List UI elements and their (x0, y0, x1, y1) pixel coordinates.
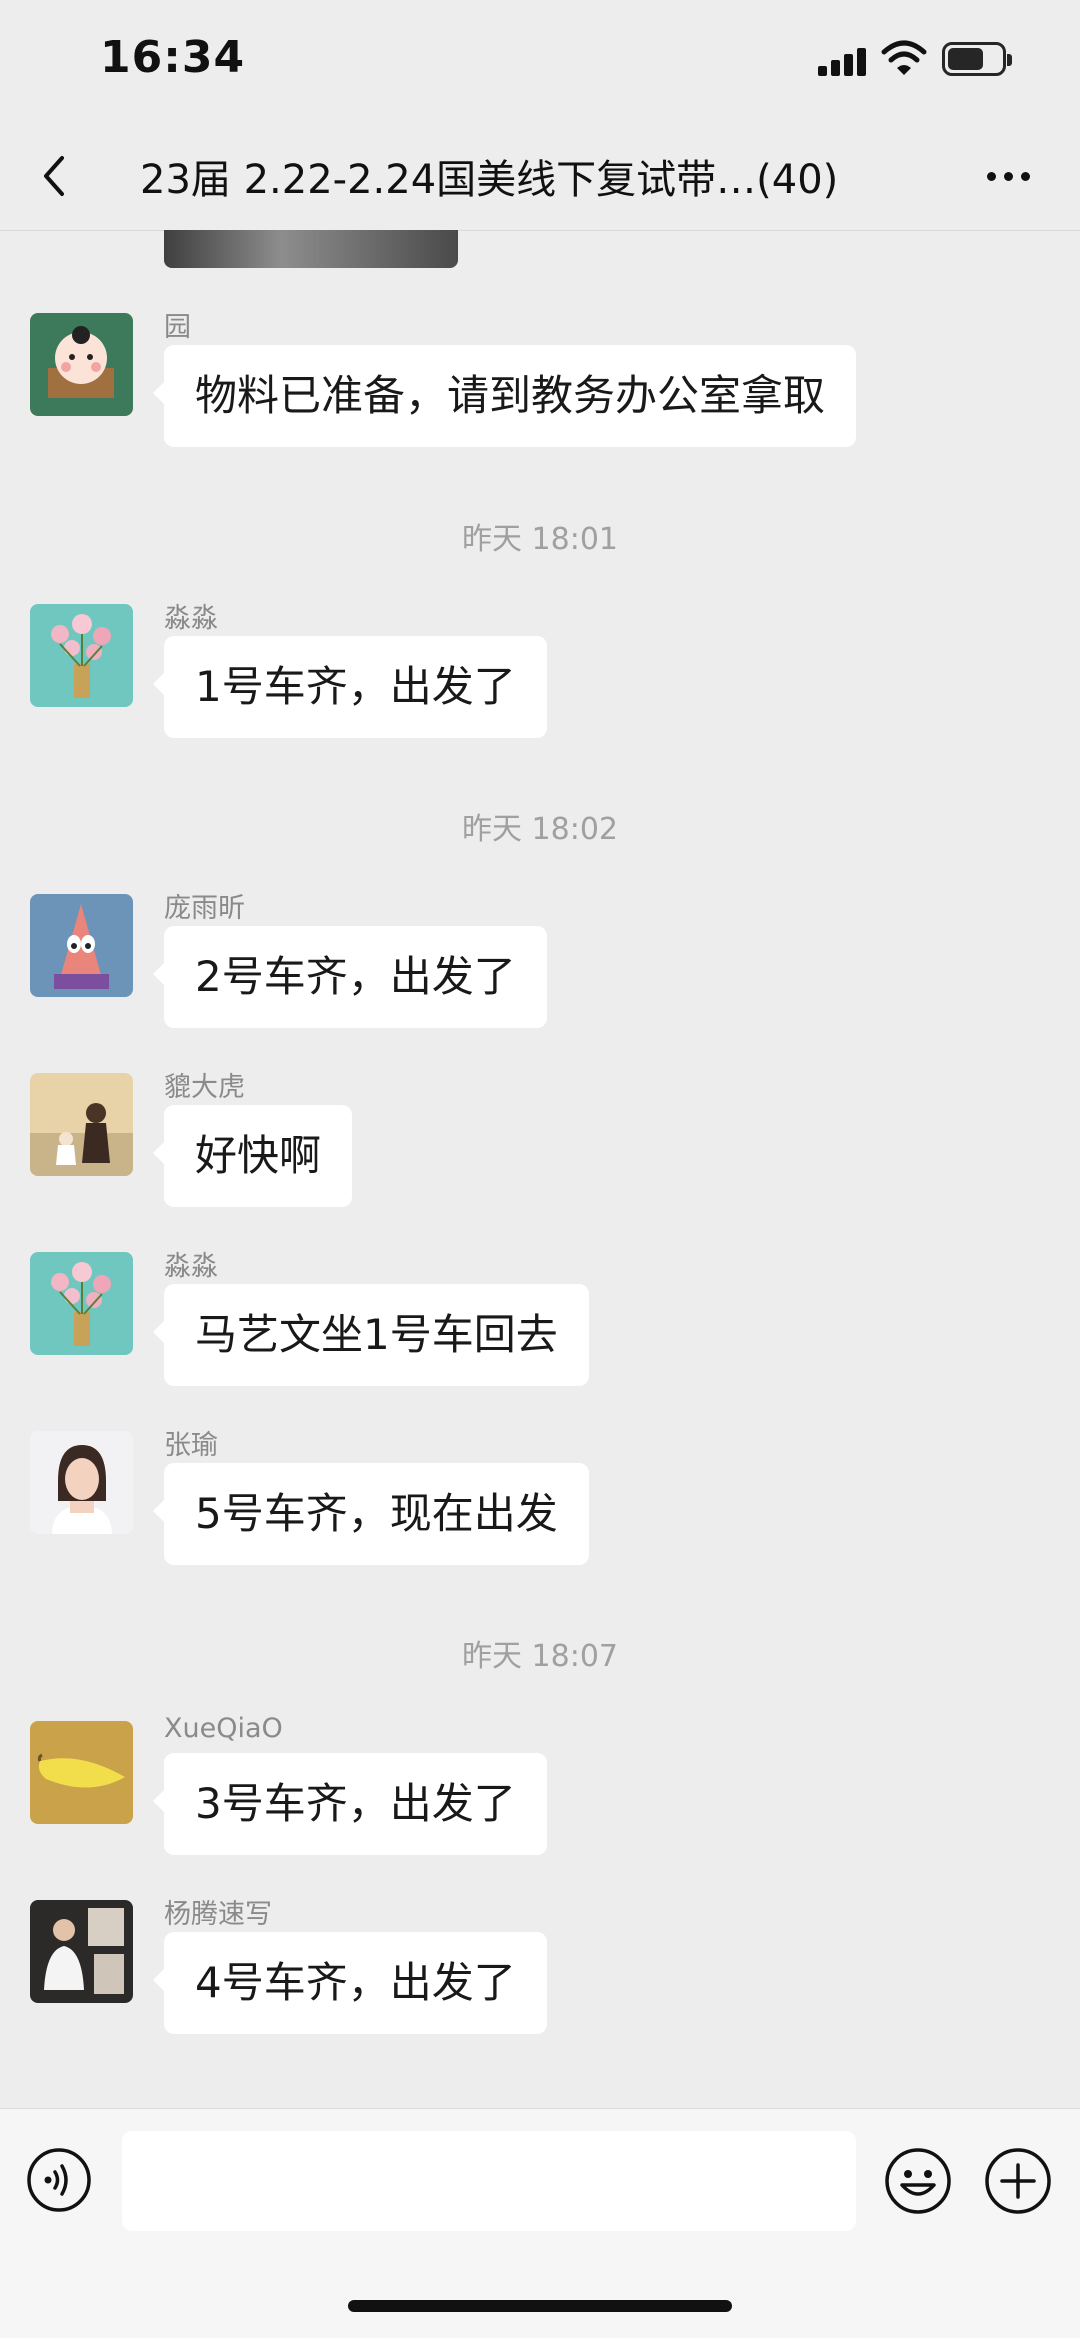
avatar[interactable] (30, 604, 133, 707)
sender-name: 貔大虎 (164, 1072, 245, 1103)
message-bubble[interactable]: 5号车齐，现在出发 (153, 1463, 589, 1565)
emoji-icon[interactable] (884, 2147, 952, 2215)
message-bubble[interactable]: 马艺文坐1号车回去 (153, 1284, 589, 1386)
message-input[interactable] (122, 2131, 856, 2231)
chat-title: 23届 2.22-2.24国美线下复试带…(40) (140, 157, 839, 203)
sender-name: 杨腾速写 (164, 1899, 272, 1930)
sender-name: 园 (164, 312, 191, 343)
home-indicator[interactable] (348, 2300, 732, 2312)
message-timestamp: 昨天 18:01 (462, 522, 618, 557)
image-message-partial[interactable] (164, 230, 458, 268)
message-bubble[interactable]: 物料已准备，请到教务办公室拿取 (152, 345, 857, 447)
avatar[interactable] (30, 1073, 133, 1176)
chat-message-list[interactable]: 园 物料已准备，请到教务办公室拿取 昨天 18:01 淼淼 1号车齐，出发了 昨… (0, 230, 1080, 2108)
wifi-icon (881, 40, 927, 75)
status-time: 16:34 (100, 32, 246, 83)
message-bubble[interactable]: 3号车齐，出发了 (153, 1753, 547, 1855)
avatar[interactable] (30, 894, 133, 997)
cellular-signal-icon (818, 44, 870, 76)
plus-icon[interactable] (984, 2147, 1052, 2215)
sender-name: 庞雨昕 (164, 893, 245, 924)
avatar[interactable] (30, 1721, 133, 1824)
message-bubble[interactable]: 2号车齐，出发了 (153, 926, 547, 1028)
avatar[interactable] (30, 1900, 133, 2003)
sender-name: 淼淼 (164, 1251, 218, 1282)
more-dots-icon[interactable] (978, 148, 1038, 204)
chat-header: 23届 2.22-2.24国美线下复试带…(40) (0, 122, 1080, 231)
avatar[interactable] (30, 313, 133, 416)
message-bubble[interactable]: 4号车齐，出发了 (153, 1932, 547, 2034)
message-bubble[interactable]: 好快啊 (152, 1105, 353, 1207)
sender-name: 张瑜 (164, 1430, 218, 1461)
status-bar: 16:34 (0, 0, 1080, 122)
battery-icon (942, 42, 1012, 76)
sender-name: XueQiaO (164, 1713, 283, 1744)
sender-name: 淼淼 (164, 603, 218, 634)
message-bubble[interactable]: 1号车齐，出发了 (153, 636, 547, 738)
avatar[interactable] (30, 1431, 133, 1534)
voice-icon[interactable] (26, 2147, 92, 2213)
avatar[interactable] (30, 1252, 133, 1355)
chevron-left-icon[interactable] (30, 146, 84, 206)
message-timestamp: 昨天 18:07 (462, 1639, 618, 1674)
message-timestamp: 昨天 18:02 (462, 812, 618, 847)
